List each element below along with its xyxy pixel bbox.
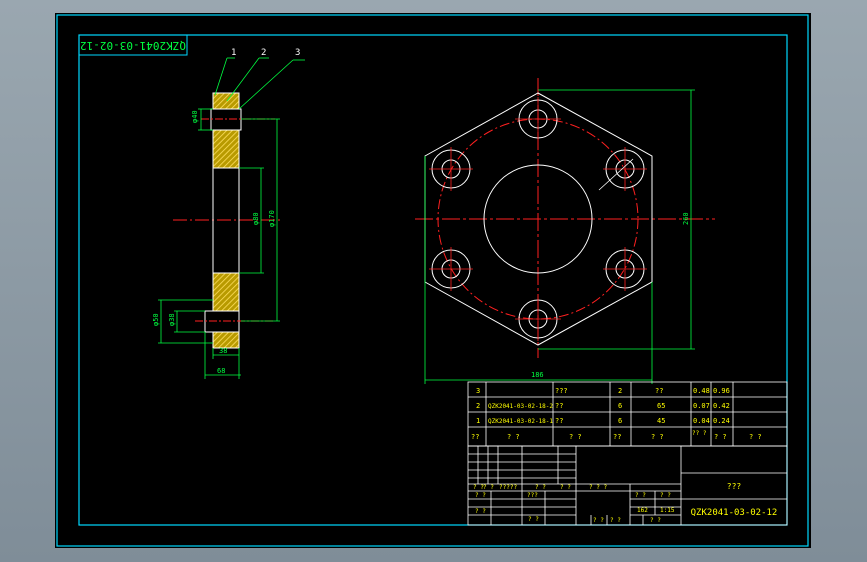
tb-a3: ? ?: [535, 484, 546, 491]
bom-hdr-note: ? ?: [749, 433, 762, 441]
part-name: ???: [727, 482, 742, 491]
drawing-sheet: QZK2041-03-02-12 1 2 3 φ40 φ80 φ170 φ50 …: [55, 13, 811, 548]
bom-row-2-no: 2: [476, 402, 480, 410]
tb-weight-hdr: ? ?: [635, 492, 646, 499]
bom-row-1-material: 45: [657, 417, 665, 425]
side-top-flange-hatch: [212, 92, 240, 110]
tb-approver: ? ?: [528, 516, 539, 523]
tb-weight: 162: [637, 507, 648, 514]
dim-bottom-b-label: φ38: [168, 313, 176, 326]
side-bottom-flange-hatch: [212, 331, 240, 349]
side-view: 1 2 3 φ40 φ80 φ170 φ50 φ38 38 68: [152, 48, 305, 379]
sheet-border: [56, 14, 809, 547]
leader-1: [214, 57, 228, 96]
bom-row-2-code: QZK2041-03-02-18-2: [488, 403, 553, 410]
tb-ratio-hdr: ? ?: [660, 492, 671, 499]
bom-row-1-unit: 0.04: [693, 417, 710, 425]
dim-total-w-label: 68: [217, 367, 225, 375]
cad-viewport[interactable]: QZK2041-03-02-12 1 2 3 φ40 φ80 φ170 φ50 …: [0, 0, 867, 562]
tb-a1: ? ?: [483, 484, 494, 491]
dim-top-bore-label: φ40: [191, 110, 199, 123]
bom-row-3-total: 0.96: [713, 387, 730, 395]
bom-hdr-no: ??: [471, 433, 479, 441]
tb-sheet-2: ? ?: [650, 517, 661, 524]
bom-row-3-material: ??: [655, 387, 663, 395]
tb-scale-hdr: ? ? ?: [589, 484, 607, 491]
tb-sheet-0: ? ?: [593, 517, 604, 524]
dim-front-height-label: 260: [682, 212, 690, 225]
tb-scale: 1:15: [660, 507, 675, 514]
balloon-2: 2: [261, 48, 266, 58]
front-view: 260 186: [415, 78, 715, 384]
bom-hdr-total: ? ?: [714, 433, 727, 441]
bom-hdr-qty: ??: [613, 433, 621, 441]
bom-row-1-total: 0.24: [713, 417, 730, 425]
bom-row-1-code: QZK2041-03-02-18-1: [488, 418, 553, 425]
bom-row-3-name: ???: [555, 387, 568, 395]
bom-row-1-name: ??: [555, 417, 563, 425]
side-lower-body-hatch: [212, 272, 240, 312]
tb-checker: ? ?: [475, 508, 486, 515]
drawing-number-mirrored: QZK2041-03-02-12: [80, 39, 186, 52]
balloon-1: 1: [231, 48, 236, 58]
bom-hdr-material: ? ?: [651, 433, 664, 441]
bom-row-2-material: 65: [657, 402, 665, 410]
tb-a2: ?????: [499, 484, 517, 491]
bom-row-1-no: 1: [476, 417, 480, 425]
bom-row-1-qty: 6: [618, 417, 622, 425]
dim-bottom-a-label: φ50: [152, 313, 160, 326]
bom-row-3-qty: 2: [618, 387, 622, 395]
dim-inner-label: φ80: [252, 212, 260, 225]
drawing-number: QZK2041-03-02-12: [691, 508, 778, 518]
drawing-canvas: QZK2041-03-02-12 1 2 3 φ40 φ80 φ170 φ50 …: [56, 14, 809, 547]
bom-hdr-name: ? ?: [569, 433, 582, 441]
bom-hdr-code: ? ?: [507, 433, 520, 441]
leader-3: [238, 59, 294, 110]
tb-designer: ? ?: [475, 492, 486, 499]
balloon-3: 3: [295, 48, 300, 58]
bom-row-2-qty: 6: [618, 402, 622, 410]
side-upper-body-hatch: [212, 129, 240, 169]
bom-hdr-unit: ?? ?: [692, 430, 707, 437]
bom-row-3-unit: 0.48: [693, 387, 710, 395]
dim-flange-w-label: 38: [219, 347, 227, 355]
bom-row-2-total: 0.42: [713, 402, 730, 410]
tb-a4: ? ?: [560, 484, 571, 491]
tb-sheet-1: ? ?: [610, 517, 621, 524]
bom-row-2-unit: 0.07: [693, 402, 710, 410]
bom-row-2-name: ??: [555, 402, 563, 410]
dim-front-width-label: 186: [531, 371, 544, 379]
leader-2: [226, 57, 260, 102]
bom-row-3-no: 3: [476, 387, 480, 395]
tb-std: ???: [527, 492, 538, 499]
dim-outer-label: φ170: [268, 210, 276, 227]
